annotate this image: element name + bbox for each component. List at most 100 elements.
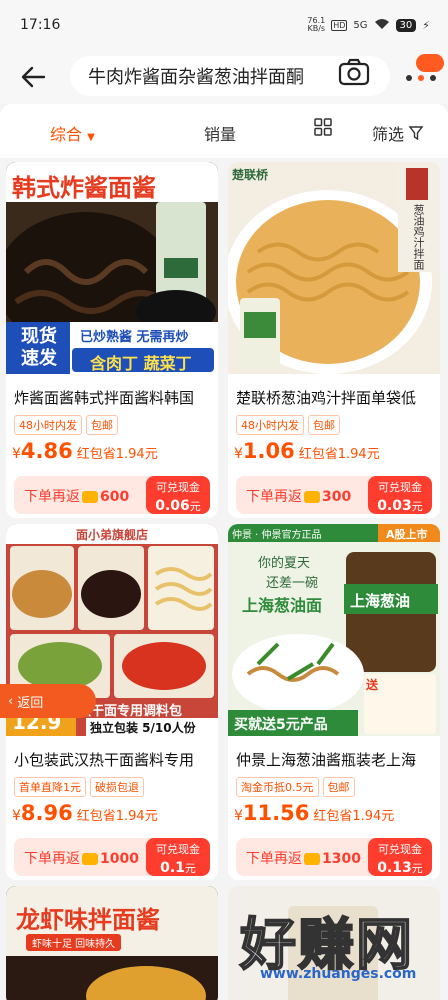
tag: 淘金币抵0.5元	[236, 777, 319, 797]
image-brand: 楚联桥	[232, 168, 269, 182]
discount-note: 红包省1.94元	[76, 447, 158, 462]
image-headline: 韩式炸酱面酱	[12, 174, 156, 202]
price-row: ¥ 1.06 红包省1.94元	[234, 439, 380, 463]
chevron-left-icon: ‹	[8, 693, 14, 709]
rebate-banner[interactable]: 下单再返 600 可兑现金 0.06元	[14, 476, 210, 514]
caret-down-icon: ▼	[87, 132, 95, 143]
watermark: 好赚网 www.zhuanges.com	[239, 900, 440, 990]
rebate-banner[interactable]: 下单再返 1300 可兑现金 0.13元	[236, 838, 432, 876]
tag: 包邮	[322, 777, 355, 797]
image-slogan: 含肉丁 蔬菜丁	[90, 354, 192, 373]
product-card[interactable]: 仲景 · 仲景官方正品 A股上市 你的夏天 还差一碗 上海葱油面 上海葱油 买就…	[228, 524, 440, 880]
image-promo: 买就送5元产品	[234, 717, 328, 733]
product-card[interactable]: 龙虾味拌面酱 虾味十足 回味持久	[6, 886, 218, 1000]
currency-symbol: ¥	[12, 808, 21, 824]
status-icons: 76.1 KB/s HD 5G 30 ⚡	[307, 17, 430, 33]
more-dot-icon	[430, 75, 436, 81]
price: 11.56	[242, 801, 310, 825]
product-card[interactable]: 韩式炸酱面酱 现货 速发 已炒熟酱 无需再炒 含肉丁 蔬菜丁 炸酱面酱韩式拌面酱料…	[6, 162, 218, 518]
rebate-text: 下单再返 1000	[24, 851, 139, 867]
watermark-url: www.zhuanges.com	[260, 966, 417, 982]
clock: 17:16	[20, 17, 61, 33]
search-header: 牛肉炸酱面杂酱葱油拌面酮	[0, 50, 448, 104]
signal-5g-icon: 5G	[353, 19, 368, 31]
image-text: 上海葱油面	[242, 596, 323, 615]
filter-sales[interactable]: 销量	[204, 121, 236, 145]
camera-icon[interactable]	[338, 58, 372, 86]
tag: 48小时内发	[236, 415, 304, 435]
price: 1.06	[242, 439, 295, 463]
filter-button[interactable]: 筛选	[372, 121, 424, 145]
charging-icon: ⚡	[422, 18, 430, 32]
product-title[interactable]: 小包装武汉热干面酱料专用	[14, 749, 214, 770]
tag: 包邮	[308, 415, 340, 435]
product-title[interactable]: 楚联桥葱油鸡汁拌面单袋低	[236, 387, 436, 408]
product-tags: 48小时内发 包邮	[236, 415, 340, 435]
currency-symbol: ¥	[234, 446, 243, 462]
image-store: 面小弟旗舰店	[76, 528, 149, 542]
product-tags: 首单直降1元 破损包退	[14, 777, 144, 797]
currency-symbol: ¥	[12, 446, 21, 462]
more-dot-icon	[418, 75, 424, 81]
rebate-banner[interactable]: 下单再返 300 可兑现金 0.03元	[236, 476, 432, 514]
image-brand: 仲景 · 仲景官方正品	[232, 530, 322, 541]
product-card[interactable]: 楚联桥 葱油鸡汁拌面 楚联桥葱油鸡汁拌面单袋低 48小时内发 包邮 ¥ 1.06…	[228, 162, 440, 518]
cash-badge: 可兑现金 0.1元	[146, 838, 210, 876]
image-badge: A股上市	[386, 528, 428, 541]
discount-note: 红包省1.94元	[298, 447, 380, 462]
image-text: 还差一碗	[266, 576, 319, 591]
rebate-banner[interactable]: 下单再返 1000 可兑现金 0.1元	[14, 838, 210, 876]
more-menu-button[interactable]	[404, 54, 444, 90]
discount-note: 红包省1.94元	[76, 809, 158, 824]
image-text: 你的夏天	[258, 556, 311, 571]
price-row: ¥ 4.86 红包省1.94元	[12, 439, 158, 463]
price-row: ¥ 11.56 红包省1.94元	[234, 801, 394, 825]
product-image[interactable]: 楚联桥 葱油鸡汁拌面	[228, 162, 440, 374]
gold-coin-icon	[304, 853, 320, 865]
gold-coin-icon	[82, 491, 98, 503]
image-gift: 送	[366, 678, 379, 692]
image-slogan: 独立包装 5/10人份	[90, 721, 196, 735]
rebate-text: 下单再返 1300	[246, 851, 361, 867]
product-image-text: 龙虾味拌面酱	[16, 906, 160, 934]
image-label: 上海葱油	[350, 592, 411, 610]
product-tags: 48小时内发 包邮	[14, 415, 118, 435]
filter-composite[interactable]: 综合 ▼	[50, 121, 95, 145]
battery-icon: 30	[395, 18, 417, 32]
tag: 首单直降1元	[14, 777, 86, 797]
back-arrow-icon[interactable]	[18, 62, 50, 92]
cash-badge: 可兑现金 0.06元	[146, 476, 210, 514]
currency-symbol: ¥	[234, 808, 243, 824]
price-row: ¥ 8.96 红包省1.94元	[12, 801, 158, 825]
price: 8.96	[20, 801, 73, 825]
gold-coin-icon	[304, 491, 320, 503]
hd-icon: HD	[331, 19, 348, 31]
product-tags: 淘金币抵0.5元 包邮	[236, 777, 355, 797]
notification-badge	[416, 54, 444, 72]
net-speed: 76.1 KB/s	[307, 16, 326, 33]
floating-back-button[interactable]: ‹ 返回	[0, 684, 96, 718]
product-title[interactable]: 炸酱面酱韩式拌面酱料韩国	[14, 387, 214, 408]
product-image[interactable]: 韩式炸酱面酱 现货 速发 已炒熟酱 无需再炒 含肉丁 蔬菜丁	[6, 162, 218, 374]
product-title[interactable]: 仲景上海葱油酱瓶装老上海	[236, 749, 436, 770]
more-dot-icon	[406, 75, 412, 81]
funnel-icon	[408, 125, 424, 144]
tag: 48小时内发	[14, 415, 82, 435]
image-slogan: 已炒熟酱 无需再炒	[80, 330, 189, 345]
search-query: 牛肉炸酱面杂酱葱油拌面酮	[88, 67, 304, 88]
image-badge: 现货 速发	[21, 326, 57, 369]
cash-badge: 可兑现金 0.13元	[368, 838, 432, 876]
discount-note: 红包省1.94元	[313, 809, 395, 824]
rebate-text: 下单再返 600	[24, 489, 130, 505]
image-vertical-text: 葱油鸡汁拌面	[412, 204, 425, 270]
wifi-icon	[374, 18, 390, 33]
grid-view-icon[interactable]	[314, 118, 332, 140]
price: 4.86	[20, 439, 73, 463]
filter-bar: 综合 ▼ 销量 筛选	[0, 104, 448, 158]
rebate-text: 下单再返 300	[246, 489, 352, 505]
tag: 破损包退	[90, 777, 144, 797]
product-image-subtext: 虾味十足 回味持久	[26, 934, 122, 951]
product-image[interactable]: 仲景 · 仲景官方正品 A股上市 你的夏天 还差一碗 上海葱油面 上海葱油 买就…	[228, 524, 440, 736]
status-bar: 17:16 76.1 KB/s HD 5G 30 ⚡	[0, 0, 448, 50]
tag: 包邮	[86, 415, 118, 435]
